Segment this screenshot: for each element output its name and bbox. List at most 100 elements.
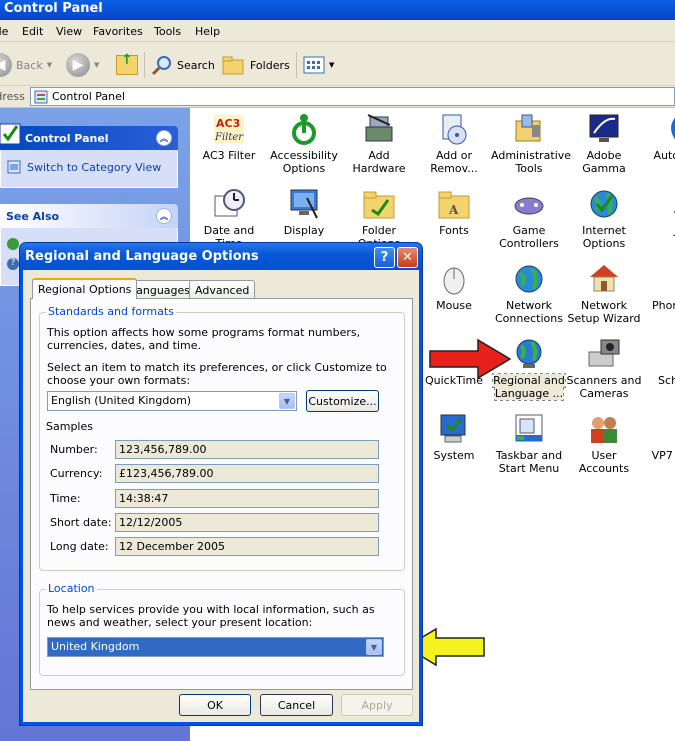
display-icon [287,188,321,220]
sample-number-label: Number: [50,443,98,456]
collapse-icon[interactable]: ︽ [156,130,172,146]
cp-item-fonts[interactable]: A Fonts [416,188,492,237]
svg-text:AC3: AC3 [216,117,240,130]
forward-arrow-icon: ▶ [66,53,90,77]
sample-long-date-value: 12 December 2005 [115,537,379,556]
sample-time-value: 14:38:47 [115,489,379,508]
ok-label: OK [207,698,223,712]
see-also-section-header[interactable]: See Also ︽ [0,204,178,228]
tab-advanced[interactable]: Advanced [189,280,256,300]
cancel-button[interactable]: Cancel [260,694,333,716]
folders-button[interactable]: Folders [222,54,290,76]
chevron-down-icon[interactable]: ▼ [279,393,295,409]
cp-item-add-hardware[interactable]: Add Hardware [341,113,417,175]
cp-item-label: VP7 D Set [651,449,675,462]
menu-bar: File Edit View Favorites Tools Help [0,20,675,42]
cp-item-scanners-cameras[interactable]: Scanners and Cameras [566,338,642,400]
cp-item-automatic-updates[interactable]: Auto Upd [641,113,675,162]
scheduled-tasks-icon [662,338,675,370]
cp-item-label: Accessibility Options [270,149,338,175]
svg-text:A: A [448,203,459,217]
cp-item-vp7[interactable]: VP7 D Set [641,413,675,462]
tab-regional-options[interactable]: Regional Options [32,278,138,299]
cp-item-label: Add Hardware [352,149,406,175]
cp-item-scheduled-tasks[interactable]: Sche Ta [641,338,675,387]
windows-update-icon[interactable] [7,238,19,250]
up-folder-button[interactable]: ↑ [116,52,138,76]
close-button[interactable]: ✕ [397,247,418,268]
search-button[interactable]: Search [151,54,215,76]
cp-item-game-controllers[interactable]: Game Controllers [491,188,567,250]
cp-item-internet-options[interactable]: Internet Options [566,188,642,250]
switch-category-view-link[interactable]: Switch to Category View [7,160,161,174]
cp-item-network-connections[interactable]: Network Connections [491,263,567,325]
views-button[interactable]: ▼ [303,54,334,76]
back-button[interactable]: ◀ Back ▼ [0,53,52,77]
automatic-updates-icon [662,113,675,145]
cp-item-label: Add or Remov... [430,149,478,175]
cp-item-administrative-tools[interactable]: Administrative Tools [491,113,571,175]
menu-edit[interactable]: Edit [22,25,43,38]
apply-button[interactable]: Apply [341,694,413,716]
sample-currency-label: Currency: [50,467,103,480]
cp-item-label: Taskbar and Start Menu [495,449,563,475]
window-title-bar[interactable]: Control Panel [0,0,675,20]
cp-item-user-accounts[interactable]: User Accounts [566,413,642,475]
cp-item-label: Administrative Tools [491,149,572,175]
forward-button[interactable]: ▶ ▼ [66,53,99,77]
tab-label: Advanced [195,284,250,297]
control-panel-section-title: Control Panel [25,132,109,145]
menu-file[interactable]: File [0,25,8,38]
format-select[interactable]: English (United Kingdom) ▼ [47,391,297,411]
cp-item-label: Auto Upd [653,149,675,162]
cp-item-mouse[interactable]: Mouse [416,263,492,312]
menu-help[interactable]: Help [195,25,220,38]
cp-item-display[interactable]: Display [266,188,342,237]
cp-item-label: Adobe Gamma [582,149,626,175]
cp-item-folder-options[interactable]: Folder Options [341,188,417,250]
up-folder-icon: ↑ [116,52,138,75]
cp-item-label: Fonts [439,224,469,237]
cp-item-phone-modem[interactable]: Phon Mod [641,263,675,312]
cp-item-accessibility-options[interactable]: Accessibility Options [266,113,342,175]
standards-prompt: Select an item to match its preferences,… [47,361,387,387]
adobe-gamma-icon [587,113,621,145]
cp-item-label: Game Controllers [499,224,559,250]
help-icon[interactable]: ? [7,258,19,270]
location-select[interactable]: United Kingdom ▼ [47,637,384,657]
dialog-title-bar[interactable]: Regional and Language Options ? ✕ [20,243,422,270]
address-value: Control Panel [52,90,125,103]
see-also-title: See Also [6,210,60,223]
menu-favorites[interactable]: Favorites [93,25,143,38]
cp-item-label: AC3 Filter [202,149,256,162]
cp-item-network-setup-wizard[interactable]: Network Setup Wizard [566,263,642,325]
menu-view[interactable]: View [56,25,82,38]
location-legend: Location [46,582,97,595]
cp-item-system[interactable]: System [416,413,492,462]
fonts-folder-icon: A [437,188,471,220]
ok-button[interactable]: OK [179,694,251,716]
accessibility-icon [287,113,321,145]
close-icon: ✕ [402,250,413,265]
sample-time-label: Time: [50,492,81,505]
chevron-down-icon[interactable]: ▼ [366,639,382,655]
search-label: Search [177,58,215,72]
cp-item-java[interactable]: Ja [641,188,675,237]
control-panel-icon [34,90,48,103]
control-panel-section-header[interactable]: Control Panel ︽ [0,126,178,150]
cp-item-adobe-gamma[interactable]: Adobe Gamma [566,113,642,175]
address-field[interactable]: Control Panel [30,87,675,106]
collapse-icon[interactable]: ︽ [156,208,172,224]
ac3-filter-icon: AC3 Filter [212,113,246,145]
cp-item-add-remove-programs[interactable]: Add or Remov... [416,113,492,175]
customize-button[interactable]: Customize... [306,390,379,412]
tab-panel: Standards and formats This option affect… [30,298,413,690]
cp-item-date-time[interactable]: Date and Time [191,188,267,250]
menu-tools[interactable]: Tools [154,25,181,38]
regional-language-dialog: Regional and Language Options ? ✕ Region… [19,242,423,726]
window-title: Control Panel [4,1,103,16]
cp-item-ac3-filter[interactable]: AC3 Filter AC3 Filter [191,113,267,162]
tab-label: Languages [130,284,191,297]
help-button[interactable]: ? [374,247,395,268]
cp-item-taskbar-start-menu[interactable]: Taskbar and Start Menu [491,413,567,475]
